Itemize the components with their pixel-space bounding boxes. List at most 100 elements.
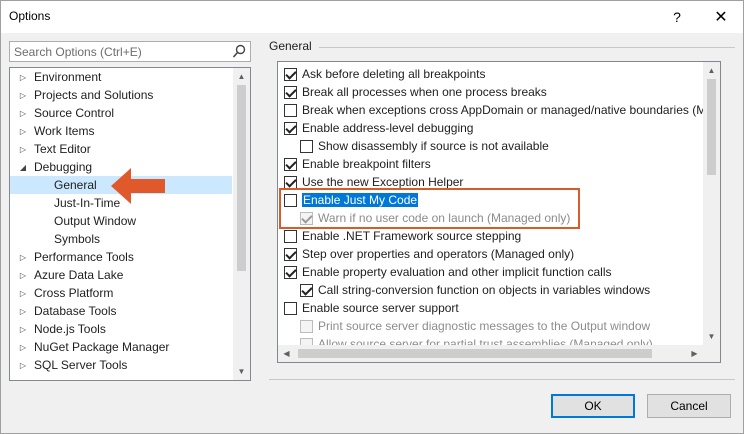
title-bar: Options ? ✕ — [1, 1, 743, 33]
options-dialog: Options ? ✕ ▷ SQL Server Tools ▷ NuGet Pack… — [0, 0, 744, 434]
tree-item-label: Environment — [34, 70, 102, 84]
collapsed-arrow-icon[interactable]: ▷ — [18, 307, 28, 316]
tree-item[interactable]: ▷ NuGet Package Manager — [10, 338, 232, 356]
ok-button[interactable]: OK — [551, 394, 635, 418]
option-row[interactable]: Show disassembly if source is not availa… — [300, 137, 549, 155]
option-label: Break all processes when one process bre… — [302, 85, 547, 99]
tree-item-label: Text Editor — [34, 142, 91, 156]
search-input[interactable] — [10, 42, 220, 61]
option-checkbox[interactable] — [284, 247, 297, 261]
option-row[interactable]: Step over properties and operators (Mana… — [284, 245, 574, 263]
tree-item[interactable]: ▷ Performance Tools — [10, 248, 232, 266]
expanded-arrow-icon[interactable]: ◢ — [18, 163, 28, 172]
option-checkbox[interactable] — [284, 121, 297, 135]
help-button[interactable]: ? — [655, 1, 699, 33]
cancel-button[interactable]: Cancel — [647, 394, 731, 418]
tree-item-label: Cross Platform — [34, 286, 114, 300]
tree-item[interactable]: ▷ Node.js Tools — [10, 320, 232, 338]
tree-item-label: Symbols — [54, 232, 101, 246]
option-checkbox[interactable] — [284, 67, 297, 81]
collapsed-arrow-icon[interactable]: ▷ — [18, 109, 28, 118]
option-checkbox[interactable] — [284, 175, 297, 189]
option-row[interactable]: Ask before deleting all breakpoints — [284, 65, 485, 83]
option-checkbox[interactable] — [284, 229, 297, 243]
annotation-highlight-box — [279, 188, 580, 229]
options-hscrollbar[interactable]: ◀ ▶ — [278, 345, 703, 362]
option-checkbox[interactable] — [284, 301, 297, 315]
collapsed-arrow-icon[interactable]: ▷ — [18, 361, 28, 370]
close-button[interactable]: ✕ — [699, 1, 743, 33]
tree-item[interactable]: ▷ Projects and Solutions — [10, 86, 232, 104]
collapsed-arrow-icon[interactable]: ▷ — [18, 325, 28, 334]
scroll-left-icon[interactable]: ◀ — [278, 345, 295, 362]
option-label: Use the new Exception Helper — [302, 175, 464, 189]
option-checkbox[interactable] — [284, 103, 297, 117]
collapsed-arrow-icon[interactable]: ▷ — [18, 91, 28, 100]
scroll-down-icon[interactable]: ▼ — [703, 328, 720, 345]
search-box — [9, 41, 251, 62]
scroll-thumb[interactable] — [298, 349, 652, 358]
tree-item[interactable]: ▷ Database Tools — [10, 302, 232, 320]
scroll-up-icon[interactable]: ▲ — [703, 62, 720, 79]
tree-item[interactable]: ▷ Environment — [10, 68, 232, 86]
tree-item-label: Database Tools — [34, 304, 117, 318]
option-label: Enable source server support — [302, 301, 459, 315]
scroll-corner — [703, 345, 720, 362]
option-row[interactable]: Enable source server support — [284, 299, 459, 317]
scroll-right-icon[interactable]: ▶ — [686, 345, 703, 362]
options-vscrollbar[interactable]: ▲ ▼ — [703, 62, 720, 345]
option-row[interactable]: Enable property evaluation and other imp… — [284, 263, 612, 281]
collapsed-arrow-icon[interactable]: ▷ — [18, 145, 28, 154]
collapsed-arrow-icon[interactable]: ▷ — [18, 289, 28, 298]
tree-item-label: Performance Tools — [34, 250, 134, 264]
tree-item[interactable]: Symbols — [10, 230, 232, 248]
tree-item[interactable]: ▷ Text Editor — [10, 140, 232, 158]
option-checkbox[interactable] — [300, 139, 313, 153]
scroll-up-icon[interactable]: ▲ — [233, 68, 250, 85]
collapsed-arrow-icon[interactable]: ▷ — [18, 343, 28, 352]
option-row[interactable]: Enable address-level debugging — [284, 119, 473, 137]
tree-item[interactable]: ▷ Azure Data Lake — [10, 266, 232, 284]
option-checkbox[interactable] — [284, 85, 297, 99]
footer-divider — [269, 379, 735, 380]
tree-item[interactable]: ▷ Work Items — [10, 122, 232, 140]
pointer-arrow-icon — [111, 168, 165, 204]
option-label: Break when exceptions cross AppDomain or… — [302, 103, 713, 117]
collapsed-arrow-icon[interactable]: ▷ — [18, 271, 28, 280]
tree-item-label: Projects and Solutions — [34, 88, 154, 102]
option-row: Print source server diagnostic messages … — [300, 317, 650, 335]
scroll-down-icon[interactable]: ▼ — [233, 363, 250, 380]
option-row[interactable]: Break all processes when one process bre… — [284, 83, 547, 101]
scroll-thumb[interactable] — [237, 85, 246, 271]
tree-item[interactable]: Output Window — [10, 212, 232, 230]
option-label: Enable .NET Framework source stepping — [302, 229, 522, 243]
scroll-thumb[interactable] — [707, 79, 716, 175]
option-label: Enable address-level debugging — [302, 121, 474, 135]
tree-item-label: Debugging — [34, 160, 93, 174]
tree-item[interactable]: ▷ Cross Platform — [10, 284, 232, 302]
collapsed-arrow-icon[interactable]: ▷ — [18, 253, 28, 262]
option-row[interactable]: Enable breakpoint filters — [284, 155, 431, 173]
section-title: General — [269, 39, 312, 53]
option-checkbox — [300, 319, 313, 333]
tree-scrollbar[interactable]: ▲ ▼ — [233, 68, 250, 380]
option-row[interactable]: Enable .NET Framework source stepping — [284, 227, 521, 245]
tree-item-label: Node.js Tools — [34, 322, 106, 336]
tree-item-label: Work Items — [34, 124, 95, 138]
option-checkbox[interactable] — [300, 283, 313, 297]
option-label: Enable property evaluation and other imp… — [302, 265, 612, 279]
tree-item[interactable]: ▷ SQL Server Tools — [10, 356, 232, 374]
search-icon[interactable] — [232, 44, 246, 59]
option-checkbox[interactable] — [284, 157, 297, 171]
option-row[interactable]: Call string-conversion function on objec… — [300, 281, 650, 299]
collapsed-arrow-icon[interactable]: ▷ — [18, 127, 28, 136]
option-label: Print source server diagnostic messages … — [318, 319, 651, 333]
option-label: Show disassembly if source is not availa… — [318, 139, 549, 153]
section-divider — [319, 47, 735, 48]
collapsed-arrow-icon[interactable]: ▷ — [18, 73, 28, 82]
option-checkbox[interactable] — [284, 265, 297, 279]
tree-item-label: General — [54, 178, 97, 192]
tree-item-label: Source Control — [34, 106, 115, 120]
option-row[interactable]: Break when exceptions cross AppDomain or… — [284, 101, 713, 119]
tree-item[interactable]: ▷ Source Control — [10, 104, 232, 122]
